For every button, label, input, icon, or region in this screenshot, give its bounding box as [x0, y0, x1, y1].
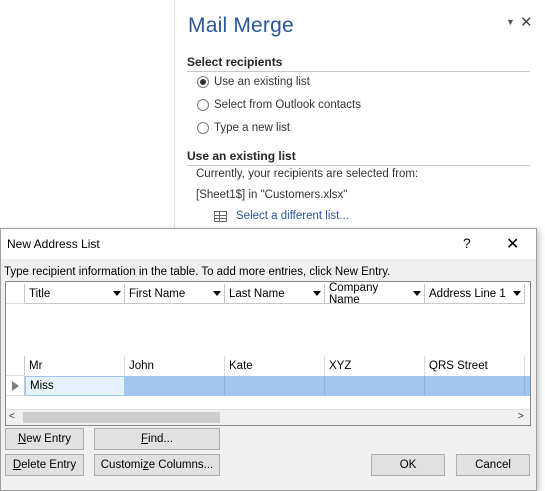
- cell-company-name[interactable]: XYZ: [325, 356, 425, 376]
- source-file-text: [Sheet1$] in "Customers.xlsx": [196, 189, 348, 201]
- radio-unchecked-icon[interactable]: [197, 99, 209, 111]
- column-header-last-name[interactable]: Last Name: [225, 284, 325, 304]
- table-icon: [214, 210, 227, 222]
- scroll-right-icon[interactable]: >: [518, 411, 524, 422]
- new-entry-button[interactable]: New Entry: [5, 428, 84, 450]
- address-grid[interactable]: Title First Name Last Name Company Name …: [5, 281, 531, 426]
- select-different-list-link[interactable]: Select a different list...: [214, 210, 349, 222]
- button-label: e Columns...: [148, 459, 214, 471]
- column-header-label: Address Line 1: [429, 287, 506, 300]
- dialog-titlebar: New Address List ? ✕: [1, 229, 536, 259]
- cell-overflow[interactable]: [525, 376, 530, 396]
- column-header-label: Last Name: [229, 287, 285, 300]
- column-header-first-name[interactable]: First Name: [125, 284, 225, 304]
- dropdown-arrow-icon[interactable]: [113, 291, 121, 296]
- cell-first-name[interactable]: [125, 376, 225, 396]
- column-header-address-line-1[interactable]: Address Line 1: [425, 284, 525, 304]
- accelerator-key: D: [12, 459, 22, 471]
- cell-title[interactable]: Mr: [25, 356, 125, 376]
- dropdown-arrow-icon[interactable]: [413, 291, 421, 296]
- table-row[interactable]: Miss: [6, 376, 530, 396]
- button-label: ew Entry: [26, 433, 72, 445]
- currently-selected-text: Currently, your recipients are selected …: [196, 168, 419, 180]
- find-button[interactable]: Find...: [94, 428, 220, 450]
- select-different-list-label[interactable]: Select a different list...: [236, 210, 349, 222]
- dialog-title: New Address List: [7, 237, 100, 251]
- new-address-list-dialog: New Address List ? ✕ Type recipient info…: [0, 228, 537, 491]
- column-header-label: Company Name: [329, 281, 379, 306]
- cell-company-name[interactable]: [325, 376, 425, 396]
- use-existing-list-header: Use an existing list: [187, 149, 530, 166]
- cancel-button[interactable]: Cancel: [456, 454, 530, 476]
- pane-close-icon[interactable]: ✕: [520, 13, 533, 31]
- mail-merge-pane: Mail Merge ▼ ✕ Select recipients Use an …: [176, 0, 545, 228]
- ok-button[interactable]: OK: [371, 454, 445, 476]
- dropdown-arrow-icon[interactable]: [213, 291, 221, 296]
- cell-address-line-1[interactable]: [425, 376, 525, 396]
- radio-checked-icon[interactable]: [197, 76, 209, 88]
- cell-first-name[interactable]: John: [125, 356, 225, 376]
- grid-header-row: Title First Name Last Name Company Name …: [6, 281, 525, 306]
- select-recipients-header: Select recipients: [187, 55, 530, 72]
- button-label: ind...: [148, 433, 173, 445]
- close-icon[interactable]: ✕: [506, 234, 519, 254]
- column-header-label: First Name: [129, 287, 186, 300]
- pane-title: Mail Merge: [188, 14, 294, 37]
- help-icon[interactable]: ?: [463, 235, 471, 251]
- radio-label: Type a new list: [214, 122, 291, 134]
- cell-overflow[interactable]: [525, 356, 530, 376]
- delete-entry-button[interactable]: Delete Entry: [5, 454, 84, 476]
- row-selector[interactable]: [6, 356, 25, 376]
- column-header-company-name[interactable]: Company Name: [325, 281, 425, 306]
- radio-type-new-list[interactable]: Type a new list: [197, 120, 290, 136]
- column-header-label: Title: [29, 287, 51, 300]
- customize-columns-button[interactable]: Customi z e Columns...: [94, 454, 220, 476]
- button-label: elete Entry: [21, 459, 77, 471]
- scroll-thumb[interactable]: [23, 412, 220, 423]
- dropdown-arrow-icon[interactable]: [513, 291, 521, 296]
- radio-label: Use an existing list: [214, 76, 310, 88]
- button-label: Customi: [100, 459, 143, 471]
- radio-use-existing-list[interactable]: Use an existing list: [197, 74, 310, 90]
- cell-last-name[interactable]: Kate: [225, 356, 325, 376]
- accelerator-key: F: [141, 433, 149, 445]
- scroll-left-icon[interactable]: <: [9, 411, 15, 422]
- horizontal-scrollbar[interactable]: < >: [6, 409, 530, 425]
- instructions-text: Type recipient information in the table.…: [4, 266, 391, 278]
- cell-address-line-1[interactable]: QRS Street: [425, 356, 525, 376]
- document-area: [0, 0, 175, 228]
- radio-unchecked-icon[interactable]: [197, 122, 209, 134]
- radio-label: Select from Outlook contacts: [214, 99, 362, 111]
- row-header-corner: [6, 284, 25, 304]
- table-row[interactable]: Mr John Kate XYZ QRS Street: [6, 356, 530, 376]
- dropdown-arrow-icon[interactable]: [313, 291, 321, 296]
- radio-outlook-contacts[interactable]: Select from Outlook contacts: [197, 97, 361, 113]
- column-header-title[interactable]: Title: [25, 284, 125, 304]
- current-row-arrow-icon[interactable]: [6, 376, 25, 396]
- cell-title[interactable]: Miss: [25, 376, 125, 396]
- pane-options-icon[interactable]: ▼: [506, 17, 515, 27]
- cell-last-name[interactable]: [225, 376, 325, 396]
- accelerator-key: N: [17, 433, 27, 445]
